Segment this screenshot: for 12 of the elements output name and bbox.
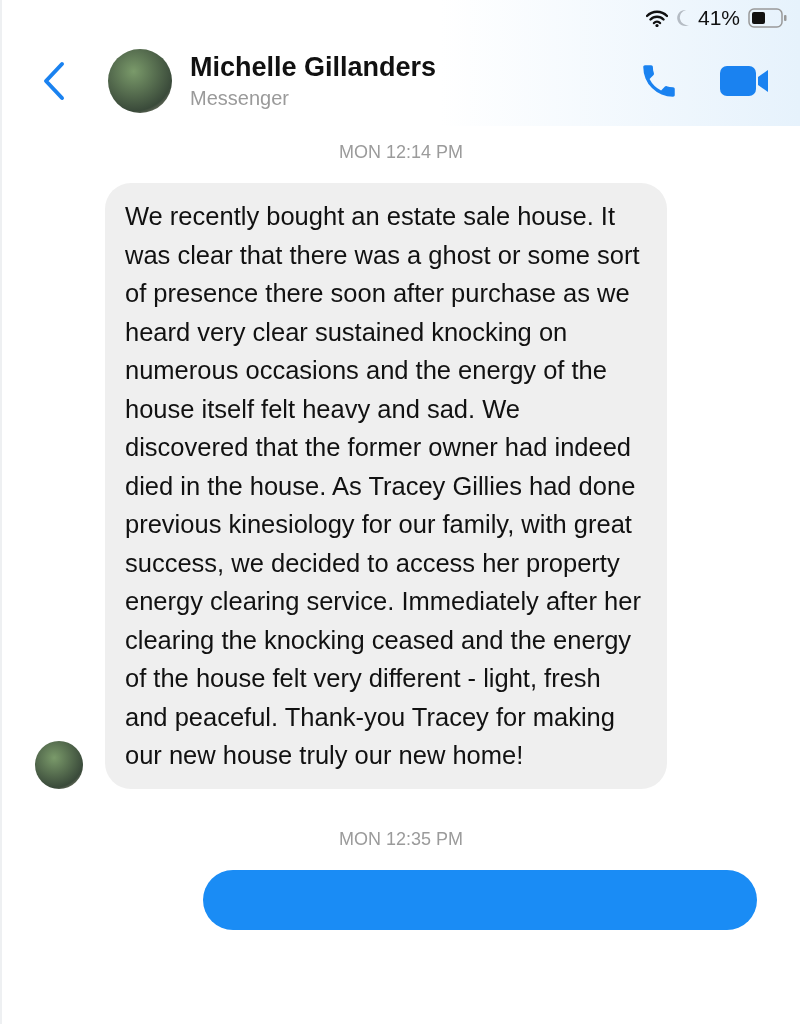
wifi-icon [645,9,668,27]
moon-icon [675,9,690,27]
message-timestamp: MON 12:14 PM [338,142,463,163]
contact-name: Michelle Gillanders [190,52,438,83]
avatar [35,740,83,789]
message-bubble: We recently bought an estate sale house. It was clear that there was a ghost or some sort of presence there soon after purchase as we heard very clear sustained knocking on numerous occasions and the energy of the house itself felt heavy and sad. We discovered that the former owner had indeed died in the house. As Tracey Gillies had done previous kinesiology for our family, with great success, we decided to access her property energy clearing service. Immediately after her clearing the knocking ceased and the energy of the house felt very different - light, fresh and peaceful. Thank-you Tracey for making our new house truly our new home! [105,183,667,789]
message-timestamp: MON 12:35 PM [338,828,463,850]
contact-subtitle: Messenger [190,87,290,110]
video-camera-icon[interactable] [720,65,770,97]
back-icon[interactable] [42,61,66,101]
battery-percentage: 41% [697,6,740,30]
battery-icon [748,8,788,28]
